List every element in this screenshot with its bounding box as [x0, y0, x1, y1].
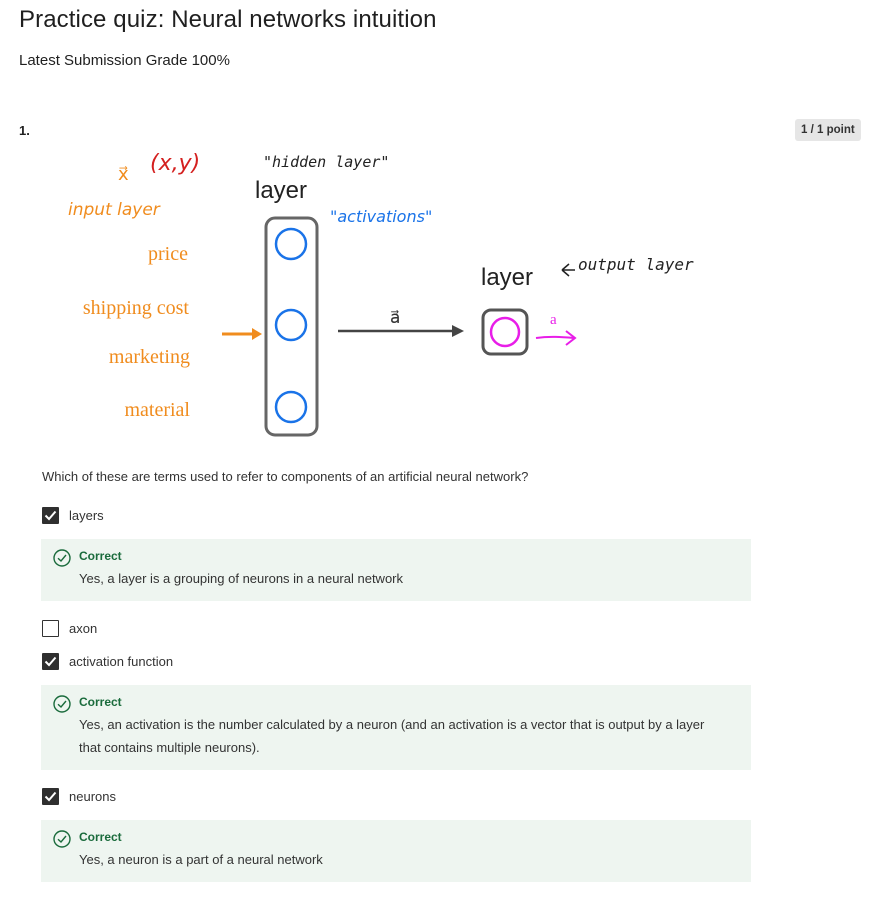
x-vector-label: x⃗ [118, 164, 129, 185]
output-a-label: a [550, 312, 557, 328]
checkbox-checked-icon[interactable] [42, 788, 59, 805]
input-layer-note: input layer [68, 200, 161, 220]
hidden-layer-box [264, 216, 319, 437]
output-layer-note: output layer [578, 255, 694, 274]
feedback-title: Correct [79, 830, 122, 844]
option-label: axon [69, 621, 98, 636]
output-arrow [535, 330, 577, 346]
hidden-neuron-2 [274, 308, 308, 342]
check-circle-icon [53, 549, 71, 572]
output-layer-box [481, 308, 529, 356]
feature-price: price [148, 243, 188, 265]
option-activation-function[interactable]: activation function [42, 653, 173, 670]
hidden-neuron-1 [274, 227, 308, 261]
question-number: 1. [19, 123, 30, 138]
feature-material: material [124, 399, 190, 421]
activations-note: "activations" [330, 207, 432, 226]
hidden-neuron-3 [274, 390, 308, 424]
layer-label-right: layer [481, 264, 533, 291]
option-axon[interactable]: axon [42, 620, 97, 637]
feature-marketing: marketing [109, 346, 190, 368]
checkbox-checked-icon[interactable] [42, 507, 59, 524]
points-badge: 1 / 1 point [795, 119, 861, 141]
option-layers[interactable]: layers [42, 507, 104, 524]
feedback-correct: Correct Yes, an activation is the number… [41, 685, 751, 770]
page-title: Practice quiz: Neural networks intuition [19, 6, 437, 33]
output-neuron [489, 316, 521, 348]
checkbox-checked-icon[interactable] [42, 653, 59, 670]
layer-label-top: layer [255, 177, 307, 204]
feedback-title: Correct [79, 549, 122, 563]
xy-label: (x,y) [150, 151, 200, 176]
feedback-correct: Correct Yes, a layer is a grouping of ne… [41, 539, 751, 601]
checkbox-unchecked-icon[interactable] [42, 620, 59, 637]
a-vector-label: a⃗ [390, 308, 400, 327]
feedback-correct: Correct Yes, a neuron is a part of a neu… [41, 820, 751, 882]
question-prompt: Which of these are terms used to refer t… [42, 469, 529, 484]
feature-shipping-cost: shipping cost [83, 297, 190, 319]
neural-network-diagram: x⃗ (x,y) "hidden layer" layer input laye… [40, 140, 760, 450]
check-circle-icon [53, 830, 71, 853]
output-pointer-arrow [561, 263, 575, 277]
submission-grade: Latest Submission Grade 100% [19, 52, 230, 69]
check-circle-icon [53, 695, 71, 718]
option-label: activation function [69, 654, 174, 669]
feedback-text: Yes, a neuron is a part of a neural netw… [79, 852, 323, 867]
option-label: neurons [69, 789, 116, 804]
feedback-text: Yes, a layer is a grouping of neurons in… [79, 571, 403, 586]
hidden-layer-note: "hidden layer" [263, 153, 389, 171]
feedback-title: Correct [79, 695, 122, 709]
option-neurons[interactable]: neurons [42, 788, 116, 805]
feedback-text: Yes, an activation is the number calcula… [79, 717, 705, 755]
option-label: layers [69, 508, 104, 523]
